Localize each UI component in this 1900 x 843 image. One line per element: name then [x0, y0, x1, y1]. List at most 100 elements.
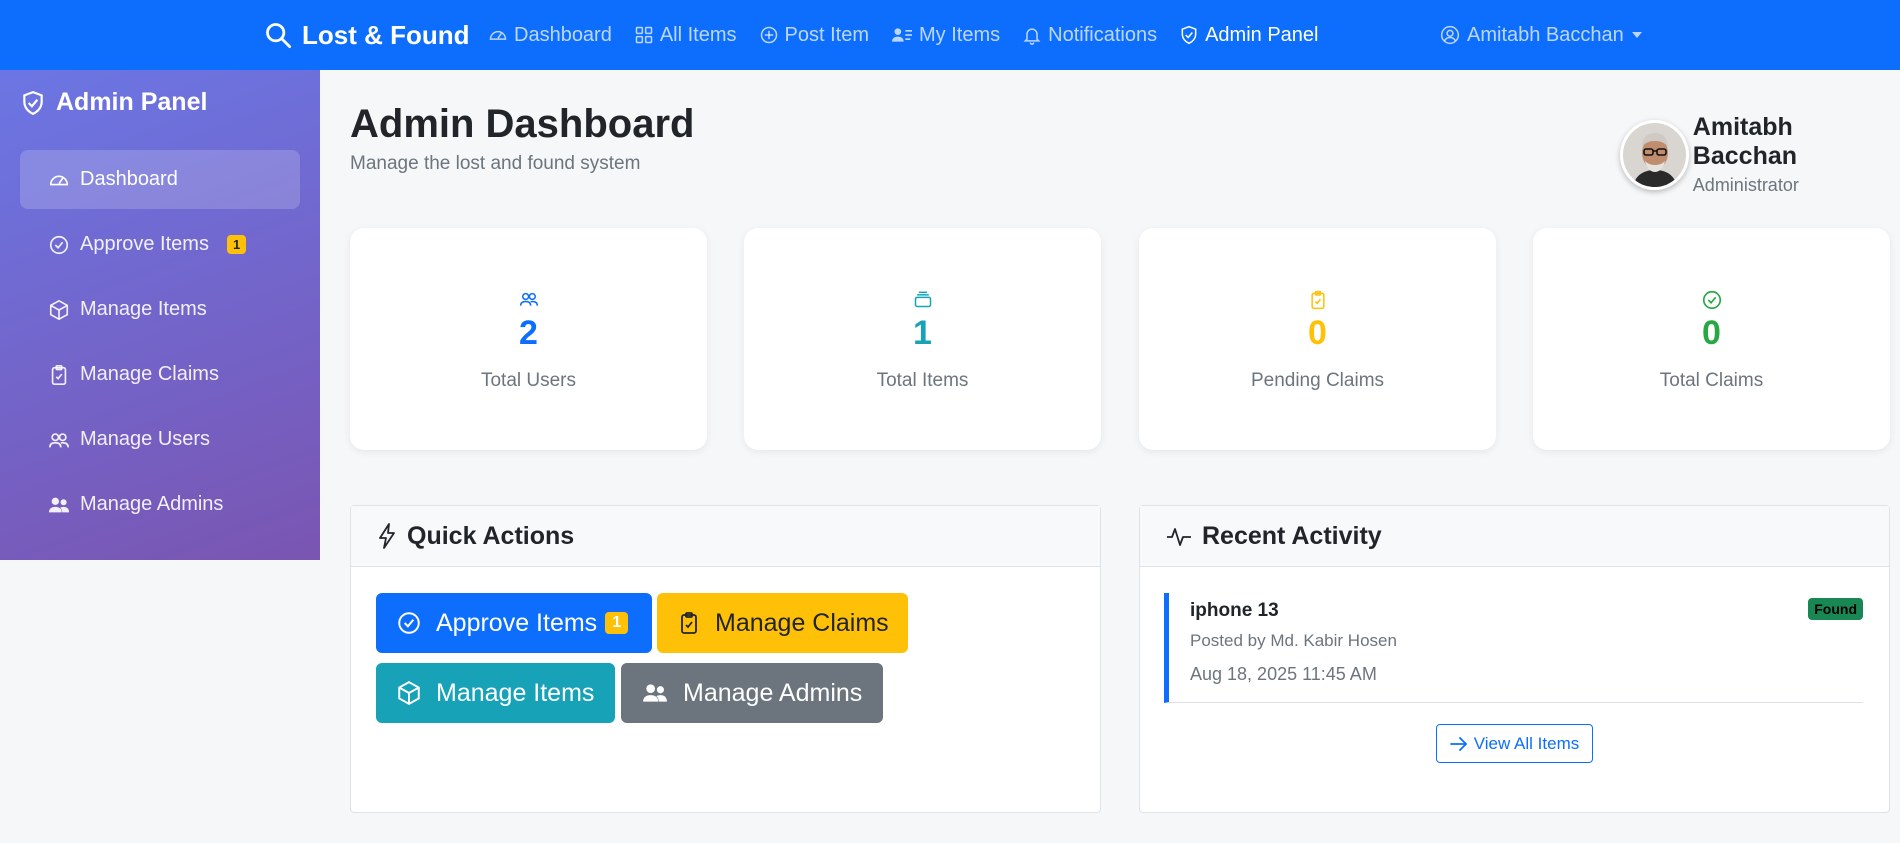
sidebar-item-label: Approve Items [80, 233, 209, 255]
recent-activity-panel: Recent Activity iphone 13 Posted by Md. … [1139, 505, 1890, 813]
brand-name: Lost & Found [302, 19, 470, 50]
nav-link-dashboard[interactable]: Dashboard [488, 24, 612, 47]
nav-link-label: Notifications [1048, 23, 1158, 46]
speedometer-icon [48, 169, 70, 191]
user-dropdown[interactable]: Amitabh Bacchan [1440, 0, 1643, 70]
bell-icon [1022, 25, 1042, 45]
avatar [1620, 119, 1689, 190]
people-icon [48, 429, 70, 451]
quick-actions-panel: Quick Actions Approve Items 1 Manage Cla… [350, 505, 1101, 813]
sidebar-item-label: Manage Admins [80, 493, 224, 515]
sidebar-item-dashboard[interactable]: Dashboard [20, 150, 300, 209]
nav-link-all-items[interactable]: All Items [634, 24, 737, 47]
profile-name: Amitabh Bacchan [1692, 113, 1798, 170]
nav-link-label: Dashboard [514, 23, 612, 46]
clipboard-check-icon [1139, 289, 1496, 311]
sidebar-item-approve-items[interactable]: Approve Items 1 [20, 215, 300, 274]
sidebar-title-text: Admin Panel [56, 88, 208, 116]
person-circle-icon [1440, 25, 1460, 45]
sidebar-item-manage-claims[interactable]: Manage Claims [20, 345, 300, 404]
activity-title: iphone 13 [1190, 600, 1279, 621]
activity-icon [1166, 525, 1192, 547]
manage-admins-button[interactable]: Manage Admins [621, 663, 883, 723]
stat-card-total-claims: 0 Total Claims [1533, 228, 1890, 450]
panel-title: Recent Activity [1202, 521, 1382, 550]
stat-value: 0 [1702, 314, 1721, 352]
nav-link-label: Admin Panel [1205, 23, 1319, 46]
approve-items-button[interactable]: Approve Items 1 [376, 593, 652, 653]
view-all-items-button[interactable]: View All Items [1436, 724, 1593, 763]
nav-link-notifications[interactable]: Notifications [1022, 24, 1157, 47]
box-icon [396, 680, 422, 706]
arrow-right-icon [1449, 736, 1468, 751]
top-navbar: Lost & Found Dashboard All Items Post It… [0, 0, 1900, 70]
stat-card-total-users: 2 Total Users [350, 228, 707, 450]
activity-item[interactable]: iphone 13 Posted by Md. Kabir Hosen Aug … [1164, 593, 1863, 703]
button-label: Approve Items [436, 608, 598, 637]
profile-info: Amitabh Bacchan Administrator [1693, 113, 1900, 196]
page-title: Admin Dashboard [350, 102, 695, 146]
clipboard-check-icon [677, 610, 701, 636]
sidebar-item-manage-items[interactable]: Manage Items [20, 280, 300, 339]
manage-items-button[interactable]: Manage Items [376, 663, 615, 723]
speedometer-icon [488, 25, 508, 45]
admin-profile: Amitabh Bacchan Administrator [1620, 113, 1900, 196]
sidebar-title: Admin Panel [20, 88, 207, 117]
pending-count-badge: 1 [226, 235, 247, 254]
shield-check-icon [1179, 25, 1199, 45]
brand-link[interactable]: Lost & Found [264, 0, 470, 70]
user-name: Amitabh Bacchan [1467, 23, 1624, 46]
activity-posted-by: Posted by Md. Kabir Hosen [1190, 631, 1397, 650]
sidebar-item-label: Manage Items [80, 298, 207, 320]
stat-card-total-items: 1 Total Items [744, 228, 1101, 450]
sidebar-item-manage-users[interactable]: Manage Users [20, 410, 300, 469]
caret-down-icon [1631, 30, 1643, 40]
sidebar: Admin Panel Dashboard Approve Items 1 Ma… [0, 70, 320, 560]
box-icon [48, 299, 70, 321]
people-fill-icon [641, 680, 669, 706]
button-label: View All Items [1473, 733, 1580, 753]
panel-header: Recent Activity [1140, 506, 1889, 567]
clipboard-check-icon [48, 364, 70, 386]
button-label: Manage Admins [683, 678, 863, 707]
people-fill-icon [48, 494, 70, 516]
sidebar-item-label: Manage Users [80, 428, 211, 450]
plus-circle-icon [759, 25, 779, 45]
stat-value: 2 [519, 314, 538, 352]
shield-check-icon [20, 90, 46, 116]
nav-links: Dashboard All Items Post Item My Items N… [488, 0, 1318, 70]
button-label: Manage Items [436, 678, 595, 707]
sidebar-item-label: Manage Claims [80, 363, 219, 385]
sidebar-item-manage-admins[interactable]: Manage Admins [20, 475, 300, 534]
check-circle-icon [396, 610, 422, 636]
pending-count-badge: 1 [605, 612, 629, 634]
status-badge: Found [1808, 598, 1863, 620]
nav-link-my-items[interactable]: My Items [891, 24, 1000, 47]
check-circle-icon [1533, 289, 1890, 311]
nav-link-post-item[interactable]: Post Item [759, 24, 869, 47]
manage-claims-button[interactable]: Manage Claims [657, 593, 908, 653]
stat-value: 0 [1308, 314, 1327, 352]
lightning-icon [377, 523, 397, 549]
collection-icon [744, 289, 1101, 309]
profile-role: Administrator [1692, 175, 1799, 195]
stat-card-pending-claims: 0 Pending Claims [1139, 228, 1496, 450]
person-lines-icon [891, 25, 913, 45]
nav-link-label: Post Item [784, 23, 870, 46]
check-circle-icon [48, 234, 70, 256]
nav-link-admin-panel[interactable]: Admin Panel [1179, 24, 1318, 47]
panel-title: Quick Actions [407, 521, 575, 550]
stat-label: Total Claims [1659, 370, 1764, 391]
panel-header: Quick Actions [351, 506, 1100, 567]
page-subtitle: Manage the lost and found system [350, 153, 641, 174]
grid-icon [634, 25, 654, 45]
stat-value: 1 [913, 314, 932, 352]
nav-link-label: All Items [659, 23, 737, 46]
sidebar-item-label: Dashboard [80, 168, 178, 190]
stat-label: Pending Claims [1250, 370, 1385, 391]
people-icon [350, 289, 707, 309]
stat-label: Total Items [876, 370, 969, 391]
nav-link-label: My Items [919, 23, 1001, 46]
stat-label: Total Users [480, 370, 577, 391]
button-label: Manage Claims [715, 608, 889, 637]
